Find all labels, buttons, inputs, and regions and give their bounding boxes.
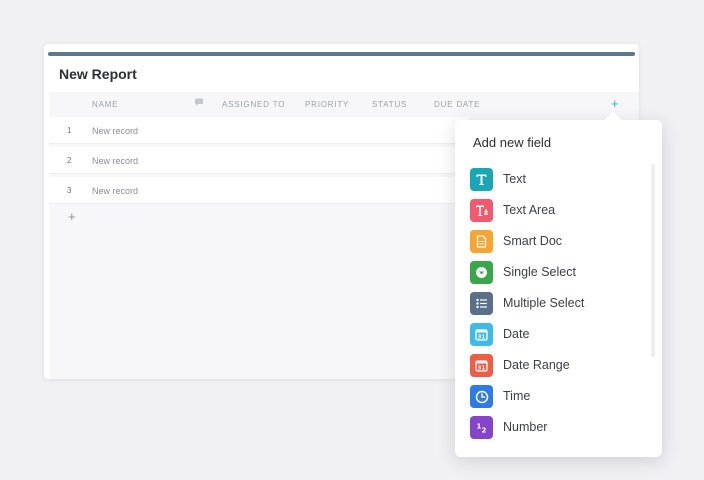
table-row[interactable]: 2 New record <box>49 147 469 174</box>
field-option-text-area[interactable]: Text Area <box>470 199 650 223</box>
column-header-name[interactable]: NAME <box>92 100 118 109</box>
date-range-icon: 31 <box>470 354 493 377</box>
add-field-popup: Add new field Text Text Area Smart Doc S… <box>455 111 662 457</box>
field-option-label: Smart Doc <box>503 234 563 248</box>
field-option-label: Text Area <box>503 203 556 217</box>
multiple-select-icon <box>470 292 493 315</box>
popup-title: Add new field <box>473 135 552 150</box>
column-header-assigned-to[interactable]: ASSIGNED TO <box>222 100 285 109</box>
text-icon <box>470 168 493 191</box>
svg-text:31: 31 <box>478 335 486 341</box>
record-name[interactable]: New record <box>92 186 138 196</box>
number-icon: 12 <box>470 416 493 439</box>
field-option-smart-doc[interactable]: Smart Doc <box>470 230 650 254</box>
row-number: 3 <box>67 186 72 195</box>
field-option-date[interactable]: 31 Date <box>470 323 650 347</box>
report-title: New Report <box>59 66 137 82</box>
field-option-label: Number <box>503 420 548 434</box>
text-area-icon <box>470 199 493 222</box>
table-row[interactable]: 3 New record <box>49 177 469 204</box>
grid-header: NAME ASSIGNED TO PRIORITY STATUS DUE DAT… <box>49 92 639 116</box>
single-select-icon <box>470 261 493 284</box>
add-column-button[interactable]: + <box>611 96 619 111</box>
field-option-label: Date Range <box>503 358 570 372</box>
table-row[interactable]: 1 New record <box>49 117 469 144</box>
column-header-due-date[interactable]: DUE DATE <box>434 100 480 109</box>
record-name[interactable]: New record <box>92 156 138 166</box>
date-icon: 31 <box>470 323 493 346</box>
svg-text:2: 2 <box>481 427 486 435</box>
column-header-status[interactable]: STATUS <box>372 100 407 109</box>
card-accent-bar <box>48 52 635 56</box>
field-option-label: Single Select <box>503 265 576 279</box>
add-row-button[interactable]: + <box>68 209 76 224</box>
record-name[interactable]: New record <box>92 126 138 136</box>
field-option-time[interactable]: Time <box>470 385 650 409</box>
field-option-label: Text <box>503 172 526 186</box>
comment-icon[interactable] <box>194 98 204 109</box>
smart-doc-icon <box>470 230 493 253</box>
time-icon <box>470 385 493 408</box>
row-number: 1 <box>67 126 72 135</box>
popup-scrollbar[interactable] <box>651 164 655 357</box>
field-option-number[interactable]: 12 Number <box>470 416 650 440</box>
svg-text:31: 31 <box>478 366 486 372</box>
row-number: 2 <box>67 156 72 165</box>
field-option-multiple-select[interactable]: Multiple Select <box>470 292 650 316</box>
field-option-label: Date <box>503 327 530 341</box>
field-option-label: Time <box>503 389 531 403</box>
column-header-priority[interactable]: PRIORITY <box>305 100 349 109</box>
field-option-label: Multiple Select <box>503 296 585 310</box>
field-option-date-range[interactable]: 31 Date Range <box>470 354 650 378</box>
field-option-single-select[interactable]: Single Select <box>470 261 650 285</box>
field-option-text[interactable]: Text <box>470 168 650 192</box>
